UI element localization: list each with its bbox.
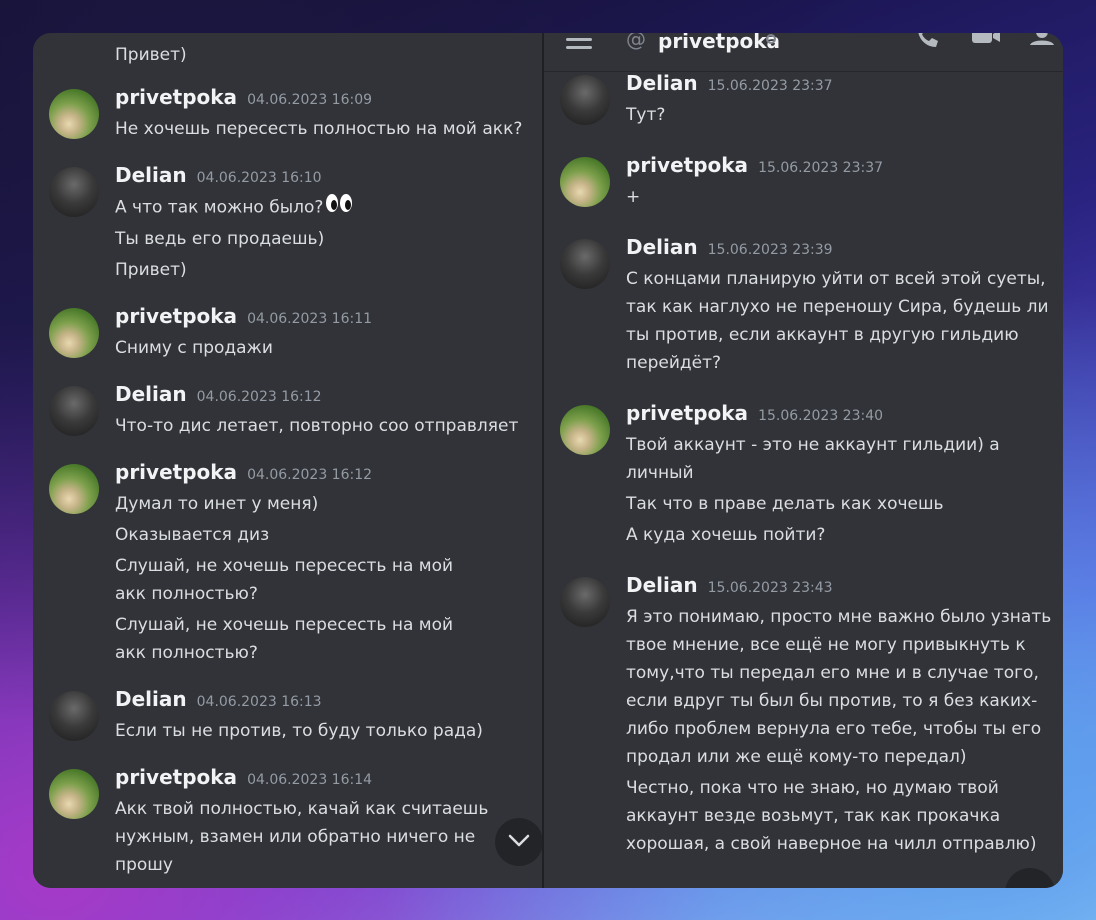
- avatar[interactable]: [49, 386, 99, 436]
- message-text: А что так можно было?: [115, 197, 324, 218]
- message-text: Акк твой полностью, качай как считаешь н…: [115, 799, 489, 875]
- message-text: Привет): [115, 260, 187, 280]
- avatar[interactable]: [560, 239, 610, 289]
- timestamp: 04.06.2023 16:13: [196, 694, 322, 710]
- message: Delian 15.06.2023 23:43 Я это понимаю, пр…: [544, 573, 1063, 858]
- avatar[interactable]: [560, 577, 610, 627]
- timestamp: 04.06.2023 16:10: [196, 170, 322, 186]
- status-indicator: [766, 34, 776, 44]
- message: Delian 04.06.2023 16:12 Что-то дис летает…: [33, 382, 542, 440]
- username[interactable]: privetpoka: [626, 153, 748, 177]
- message-text: С концами планирую уйти от всей этой суе…: [626, 269, 1049, 373]
- left-message-list: Привет) privetpoka 04.06.2023 16:09 Не хо…: [33, 33, 542, 879]
- timestamp: 15.06.2023 23:40: [758, 408, 884, 424]
- scroll-to-bottom-button[interactable]: [495, 818, 542, 866]
- partial-message-line: Привет): [115, 45, 187, 65]
- username[interactable]: Delian: [626, 235, 698, 259]
- channel-header: @ privetpoka: [544, 33, 1063, 72]
- avatar[interactable]: [49, 691, 99, 741]
- username[interactable]: privetpoka: [115, 85, 237, 109]
- chevron-down-icon: [508, 833, 530, 852]
- username[interactable]: privetpoka: [626, 401, 748, 425]
- message-text: Если ты не против, то буду только рада): [115, 721, 483, 741]
- username[interactable]: privetpoka: [115, 765, 237, 789]
- message-text: Так что в праве делать как хочешь: [626, 494, 944, 514]
- avatar[interactable]: [560, 75, 610, 125]
- username[interactable]: privetpoka: [115, 304, 237, 328]
- message: Delian 15.06.2023 23:39 С концами планиру…: [544, 235, 1063, 377]
- message: privetpoka 04.06.2023 16:12 Думал то инет…: [33, 460, 542, 667]
- channel-name[interactable]: privetpoka: [658, 33, 780, 53]
- username[interactable]: Delian: [115, 382, 187, 406]
- app-window: Привет) privetpoka 04.06.2023 16:09 Не хо…: [33, 33, 1063, 888]
- timestamp: 04.06.2023 16:12: [196, 389, 322, 405]
- timestamp: 04.06.2023 16:09: [247, 92, 373, 108]
- message-text: Честно, пока что не знаю, но думаю твой …: [626, 778, 1037, 854]
- message-text: Ты ведь его продаешь): [115, 229, 325, 249]
- video-icon[interactable]: [972, 33, 1000, 51]
- username[interactable]: Delian: [115, 687, 187, 711]
- message: privetpoka 04.06.2023 16:09 Не хочешь пер…: [33, 85, 542, 143]
- avatar[interactable]: [560, 157, 610, 207]
- message-text: Оказывается диз: [115, 525, 270, 545]
- message: privetpoka 04.06.2023 16:11 Сниму с прода…: [33, 304, 542, 362]
- right-message-list: Delian 15.06.2023 23:37 Тут? privetpoka 15…: [544, 71, 1063, 858]
- member-list-icon[interactable]: [1030, 33, 1058, 51]
- avatar[interactable]: [560, 405, 610, 455]
- message-text-row: А что так можно было?: [115, 193, 542, 222]
- timestamp: 04.06.2023 16:12: [247, 467, 373, 483]
- menu-icon[interactable]: [566, 35, 592, 54]
- message-text: Тут?: [626, 105, 666, 125]
- message-text: Твой аккаунт - это не аккаунт гильдии) а…: [626, 435, 1000, 483]
- message-text: А куда хочешь пойти?: [626, 525, 826, 545]
- avatar[interactable]: [49, 167, 99, 217]
- timestamp: 15.06.2023 23:37: [758, 160, 884, 176]
- at-symbol: @: [626, 33, 646, 51]
- avatar[interactable]: [49, 308, 99, 358]
- username[interactable]: Delian: [626, 71, 698, 95]
- left-chat-pane: Привет) privetpoka 04.06.2023 16:09 Не хо…: [33, 33, 544, 888]
- eyes-emoji-icon: [325, 193, 353, 222]
- username[interactable]: privetpoka: [115, 460, 237, 484]
- message: privetpoka 15.06.2023 23:40 Твой аккаунт …: [544, 401, 1063, 549]
- avatar[interactable]: [49, 89, 99, 139]
- message: privetpoka 04.06.2023 16:14 Акк твой полн…: [33, 765, 542, 879]
- right-chat-pane: @ privetpoka Delian 15.06.2023 23:37 Тут?…: [544, 33, 1063, 888]
- message-text: Слушай, не хочешь пересесть на мой акк п…: [115, 556, 454, 604]
- avatar[interactable]: [49, 769, 99, 819]
- timestamp: 04.06.2023 16:11: [247, 311, 373, 327]
- username[interactable]: Delian: [115, 163, 187, 187]
- message-text: Не хочешь пересесть полностью на мой акк…: [115, 119, 523, 139]
- message-text: Слушай, не хочешь пересесть на мой акк п…: [115, 615, 454, 663]
- message: Delian 04.06.2023 16:10 А что так можно б…: [33, 163, 542, 284]
- message-text: Думал то инет у меня): [115, 494, 319, 514]
- timestamp: 04.06.2023 16:14: [247, 772, 373, 788]
- call-icon[interactable]: [914, 33, 942, 53]
- username[interactable]: Delian: [626, 573, 698, 597]
- timestamp: 15.06.2023 23:39: [707, 242, 833, 258]
- message: Delian 15.06.2023 23:37 Тут?: [544, 71, 1063, 129]
- message: privetpoka 15.06.2023 23:37 +: [544, 153, 1063, 211]
- timestamp: 15.06.2023 23:43: [707, 580, 833, 596]
- message-text: Я это понимаю, просто мне важно было узн…: [626, 607, 1052, 767]
- message-text: Что-то дис летает, повторно соо отправля…: [115, 416, 519, 436]
- scroll-button[interactable]: [1005, 868, 1055, 888]
- message-text: Сниму с продажи: [115, 338, 273, 358]
- message: Delian 04.06.2023 16:13 Если ты не против…: [33, 687, 542, 745]
- message-text: +: [626, 187, 641, 207]
- avatar[interactable]: [49, 464, 99, 514]
- timestamp: 15.06.2023 23:37: [707, 78, 833, 94]
